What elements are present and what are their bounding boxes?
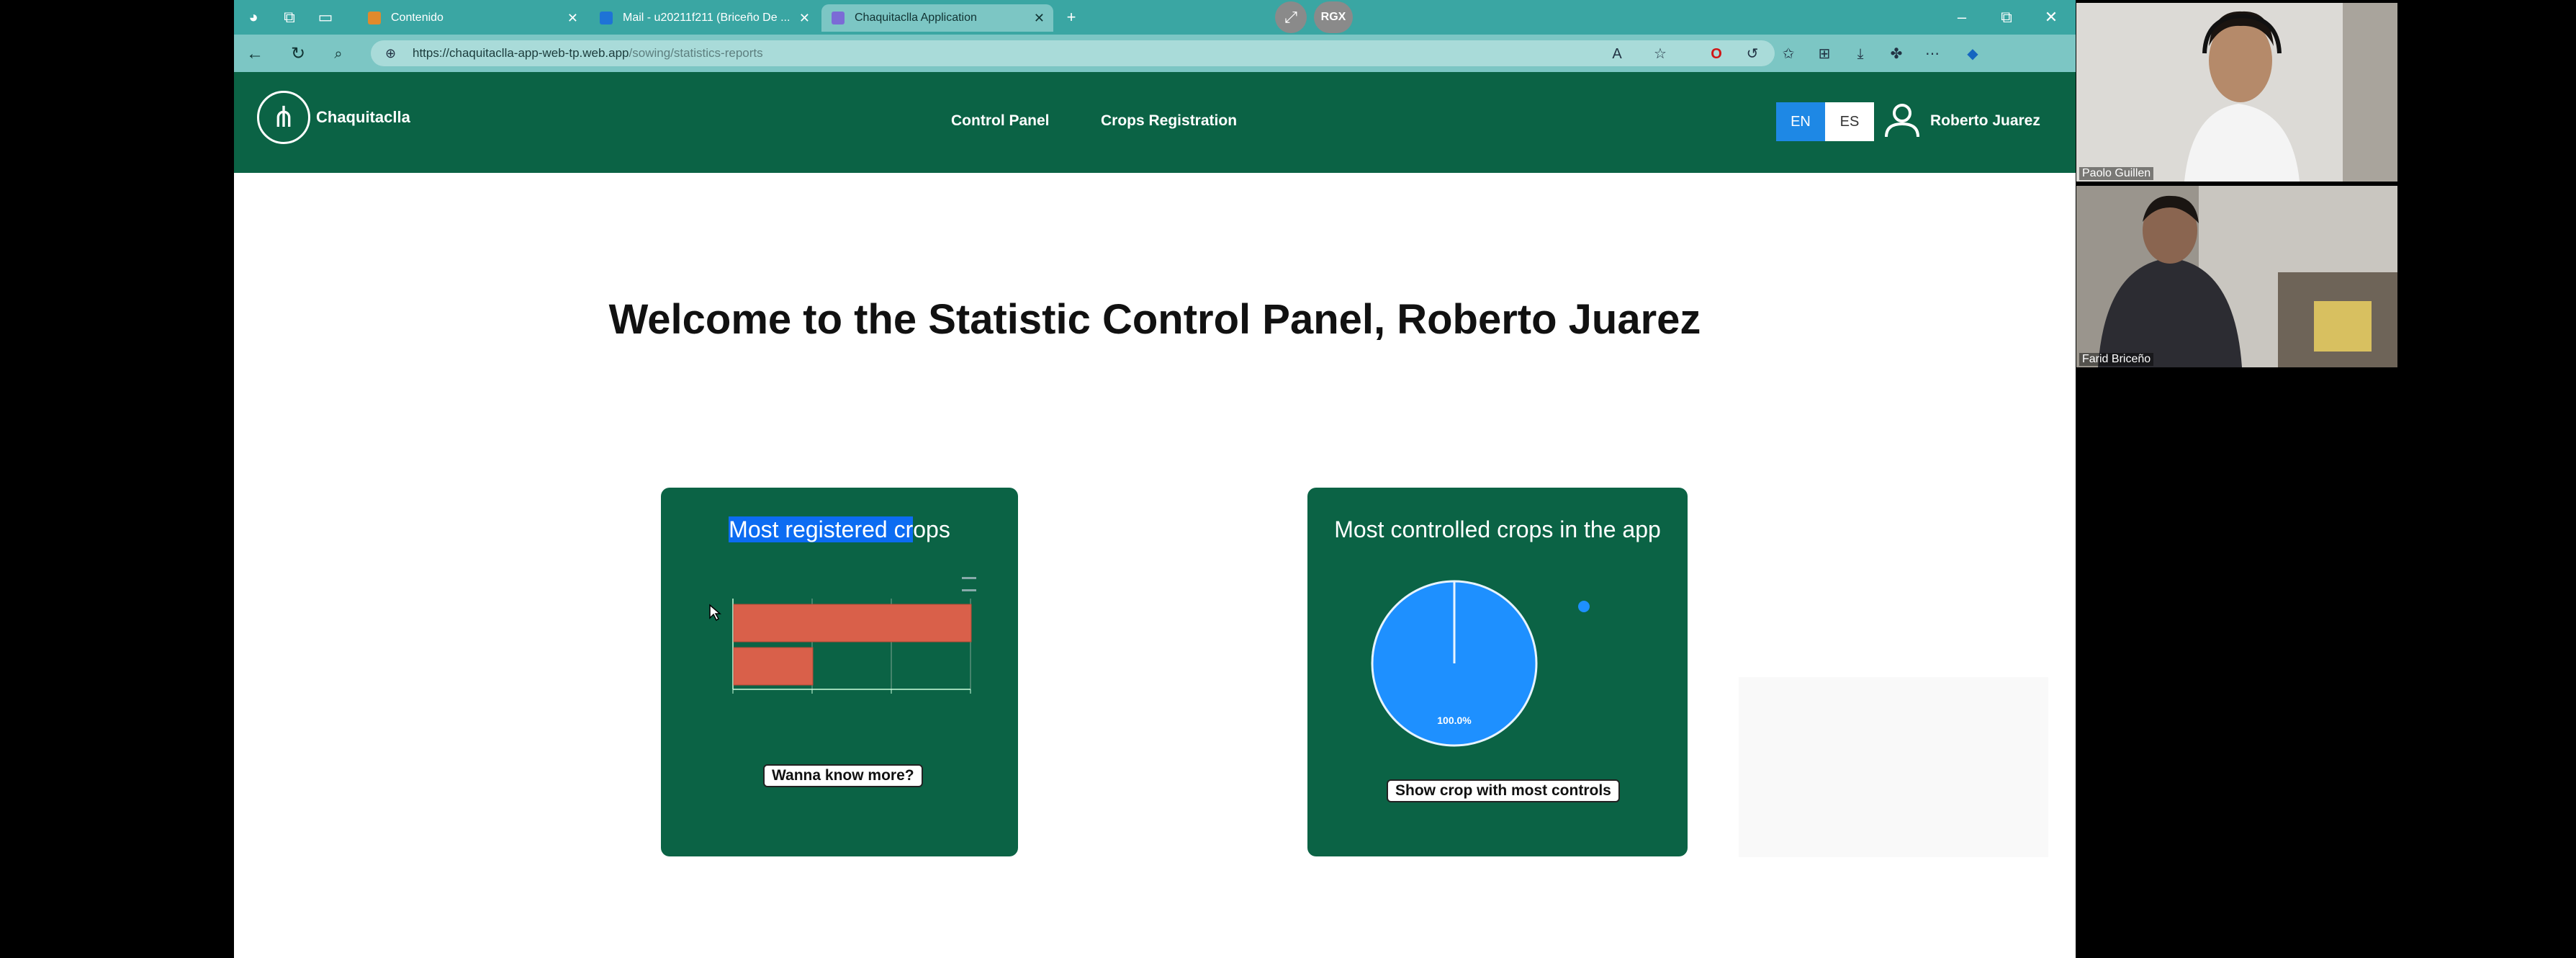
read-aloud-icon[interactable]: A bbox=[1606, 43, 1628, 65]
chart-menu-icon[interactable] bbox=[962, 577, 976, 591]
user-name[interactable]: Roberto Juarez bbox=[1930, 112, 2040, 130]
participant-2-image bbox=[2076, 186, 2397, 367]
show-crop-button[interactable]: Show crop with most controls bbox=[1387, 779, 1620, 802]
site-info-icon[interactable]: ⊕ bbox=[385, 40, 396, 66]
overlay-badge[interactable]: RGX bbox=[1314, 1, 1353, 33]
downloads-icon[interactable]: ⤓ bbox=[1850, 43, 1871, 65]
more-menu-icon[interactable]: ⋯ bbox=[1922, 43, 1943, 65]
tab-actions-icon[interactable]: ▭ bbox=[315, 6, 336, 28]
most-controlled-crops-card: Most controlled crops in the app 100.0% … bbox=[1307, 488, 1688, 856]
title-text-rest: ops bbox=[913, 516, 950, 542]
participant-video-2[interactable]: Farid Briceño bbox=[2076, 186, 2397, 367]
wheat-logo-icon[interactable]: ⋔ bbox=[257, 91, 310, 144]
data-label: 100.0% bbox=[1437, 715, 1472, 726]
tab-chaquitaclla[interactable]: Chaquitaclla Application ✕ bbox=[821, 4, 1053, 32]
bar bbox=[733, 604, 972, 643]
search-icon[interactable]: ⌕ bbox=[328, 43, 349, 65]
refresh-extension-icon[interactable]: ↺ bbox=[1742, 43, 1763, 65]
participant-name: Paolo Guillen bbox=[2079, 167, 2154, 180]
tab-contenido[interactable]: Contenido ✕ bbox=[358, 4, 587, 32]
minimize-icon[interactable]: – bbox=[1940, 0, 1983, 35]
most-registered-crops-card: Most registered crops Wanna know more? bbox=[661, 488, 1018, 856]
browser-profile-icon[interactable]: ◕ bbox=[243, 6, 264, 28]
close-tab-icon[interactable]: ✕ bbox=[1034, 4, 1045, 32]
url-bar[interactable]: ⊕ https://chaquitaclla-app-web-tp.web.ap… bbox=[371, 40, 1775, 66]
tab-favicon-icon bbox=[832, 12, 845, 24]
tab-mail[interactable]: Mail - u20211f211 (Briceño De ... ✕ bbox=[590, 4, 819, 32]
workspaces-icon[interactable]: ⧉ bbox=[279, 6, 300, 28]
participant-1-image bbox=[2076, 3, 2397, 182]
copilot-icon[interactable]: ◆ bbox=[1962, 43, 1983, 65]
favorites-icon[interactable]: ✩ bbox=[1778, 43, 1799, 65]
extensions-icon[interactable]: ✤ bbox=[1886, 43, 1907, 65]
wanna-know-more-button[interactable]: Wanna know more? bbox=[763, 764, 923, 787]
page-title: Welcome to the Statistic Control Panel, … bbox=[608, 296, 1701, 343]
tab-label: Chaquitaclla Application bbox=[855, 12, 977, 24]
url-text[interactable]: https://chaquitaclla-app-web-tp.web.app/… bbox=[413, 40, 763, 66]
card-title: Most registered crops bbox=[661, 516, 1018, 543]
restore-icon[interactable]: ⧉ bbox=[1985, 0, 2028, 35]
participant-video-1[interactable]: Paolo Guillen bbox=[2076, 3, 2397, 182]
brand-name[interactable]: Chaquitaclla bbox=[316, 108, 410, 127]
selected-title-text: Most registered cr bbox=[729, 516, 914, 542]
opera-extension-icon[interactable]: O bbox=[1706, 43, 1727, 65]
bar bbox=[733, 647, 814, 686]
shared-screen: ◕ ⧉ ▭ Contenido ✕ Mail - u20211f211 (Bri… bbox=[234, 0, 2076, 958]
tab-favicon-icon bbox=[368, 12, 381, 24]
tab-favicon-icon bbox=[600, 12, 613, 24]
screen-glare bbox=[1739, 677, 2048, 857]
nav-control-panel[interactable]: Control Panel bbox=[951, 112, 1050, 130]
lang-en-button[interactable]: EN bbox=[1776, 102, 1825, 141]
favorite-star-icon[interactable]: ☆ bbox=[1649, 43, 1671, 65]
participant-name: Farid Briceño bbox=[2079, 353, 2154, 366]
tab-label: Contenido bbox=[391, 12, 443, 24]
browser-tab-strip: ◕ ⧉ ▭ Contenido ✕ Mail - u20211f211 (Bri… bbox=[234, 0, 2076, 35]
mouse-cursor-icon bbox=[709, 604, 721, 621]
popout-icon[interactable]: ⤢ bbox=[1275, 1, 1307, 33]
bar-chart bbox=[732, 599, 972, 694]
collections-icon[interactable]: ⊞ bbox=[1814, 43, 1835, 65]
address-bar-row: ← ↻ ⌕ ⊕ https://chaquitaclla-app-web-tp.… bbox=[234, 35, 2076, 72]
lang-es-button[interactable]: ES bbox=[1825, 102, 1874, 141]
url-path: /sowing/statistics-reports bbox=[629, 46, 763, 60]
legend-marker[interactable] bbox=[1578, 601, 1590, 612]
close-window-icon[interactable]: ✕ bbox=[2030, 0, 2073, 35]
close-tab-icon[interactable]: ✕ bbox=[799, 4, 810, 32]
card-title: Most controlled crops in the app bbox=[1334, 516, 1661, 542]
reload-icon[interactable]: ↻ bbox=[287, 43, 309, 65]
close-tab-icon[interactable]: ✕ bbox=[567, 4, 578, 32]
user-icon[interactable] bbox=[1883, 101, 1922, 140]
new-tab-icon[interactable]: + bbox=[1060, 6, 1082, 28]
back-icon[interactable]: ← bbox=[244, 43, 266, 65]
url-host: https://chaquitaclla-app-web-tp.web.app bbox=[413, 46, 629, 60]
tab-label: Mail - u20211f211 (Briceño De ... bbox=[623, 12, 791, 24]
nav-crops-registration[interactable]: Crops Registration bbox=[1101, 112, 1237, 130]
pie-chart: 100.0% bbox=[1371, 580, 1538, 747]
app-header: ⋔ Chaquitaclla Control Panel Crops Regis… bbox=[234, 72, 2076, 173]
